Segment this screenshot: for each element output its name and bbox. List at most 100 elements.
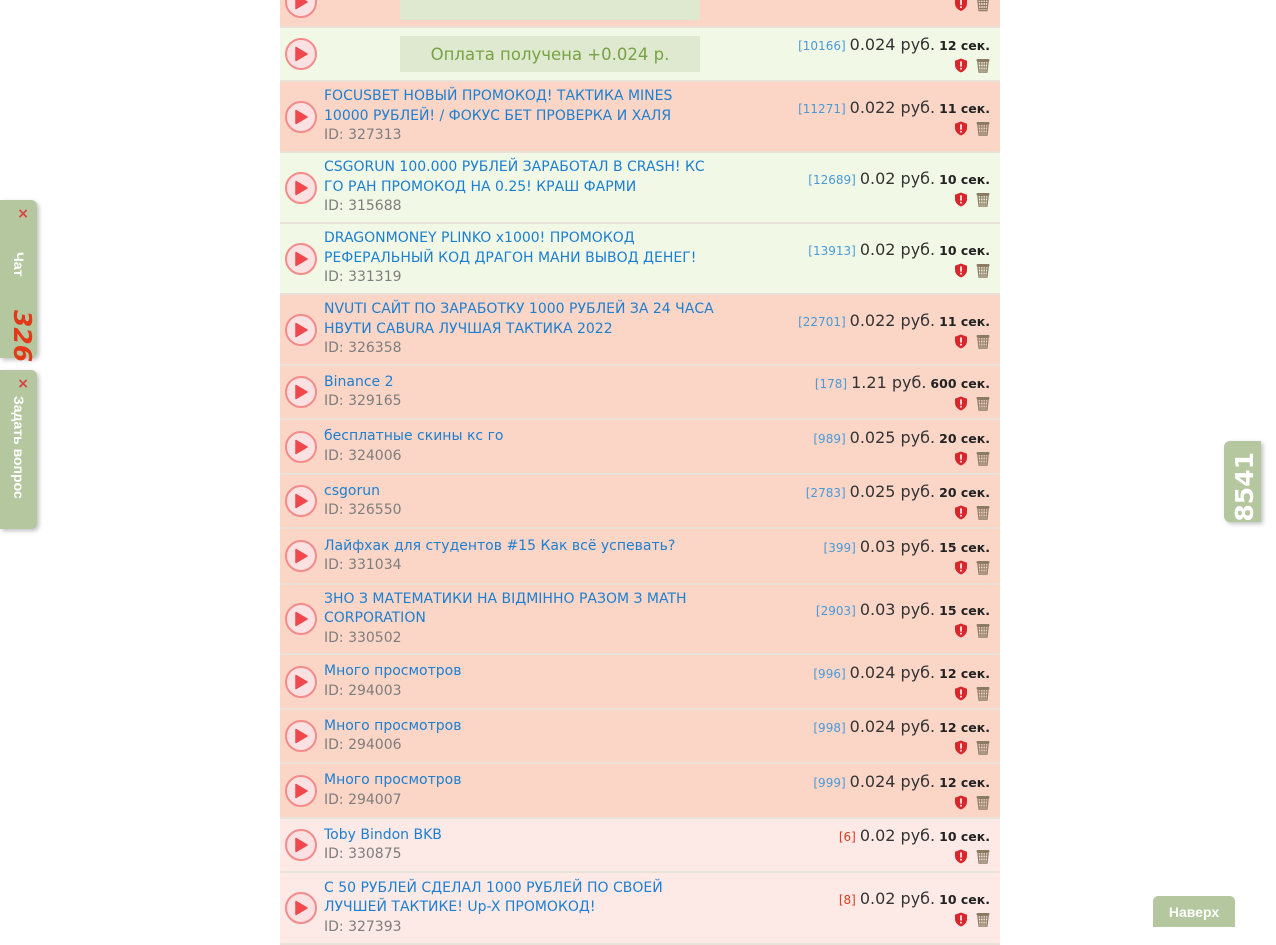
task-row: csgorun ID: 326550 [2783] 0.025 руб. 20 сек.	[280, 475, 1000, 529]
task-info: Много просмотров ID: 294003	[324, 662, 719, 701]
play-icon[interactable]	[285, 313, 317, 346]
play-icon[interactable]	[285, 540, 317, 572]
play-icon[interactable]	[285, 829, 317, 861]
report-shield-icon[interactable]	[954, 912, 968, 927]
play-icon[interactable]	[285, 665, 317, 698]
task-info: Toby Bindon BKB ID: 330875	[324, 826, 719, 865]
report-shield-icon[interactable]	[954, 192, 968, 207]
video-title-link[interactable]: С 50 РУБЛЕЙ СДЕЛАЛ 1000 РУБЛЕЙ ПО СВОЕЙ …	[324, 879, 719, 918]
watch-duration: 20 сек.	[939, 485, 990, 500]
reward-price: 0.02 руб.	[859, 239, 936, 259]
hide-basket-icon[interactable]	[976, 334, 990, 349]
play-icon[interactable]	[285, 38, 317, 70]
watch-duration: 12 сек.	[939, 720, 990, 735]
video-title-link[interactable]: ЗНО З МАТЕМАТИКИ НА ВІДМІННО РАЗОМ З MAT…	[324, 590, 719, 629]
hide-basket-icon[interactable]	[976, 0, 990, 12]
hide-basket-icon[interactable]	[976, 623, 990, 638]
report-shield-icon[interactable]	[954, 795, 968, 810]
report-shield-icon[interactable]	[954, 686, 968, 701]
hide-basket-icon[interactable]	[976, 451, 990, 466]
play-icon[interactable]	[285, 0, 317, 18]
scroll-top-button[interactable]: Наверх	[1153, 896, 1235, 927]
payment-received-notice: Оплата получена +0.024 р.	[400, 36, 700, 72]
video-id: ID: 331319	[324, 269, 402, 286]
reward-price: 0.024 руб.	[849, 717, 936, 736]
play-icon[interactable]	[285, 774, 317, 807]
task-meta: [178] 1.21 руб. 600 сек.	[815, 373, 990, 411]
video-title-link[interactable]: Много просмотров	[324, 771, 719, 791]
task-row: ЗНО З МАТЕМАТИКИ НА ВІДМІННО РАЗОМ З MAT…	[280, 585, 1000, 655]
video-title-link[interactable]: DRAGONMONEY PLINKO x1000! ПРОМОКОД РЕФЕР…	[324, 229, 719, 268]
hide-basket-icon[interactable]	[976, 560, 990, 575]
report-shield-icon[interactable]	[954, 0, 968, 12]
task-info: csgorun ID: 326550	[324, 482, 719, 521]
video-title-link[interactable]: Лайфхак для студентов #15 Как всё успева…	[324, 537, 719, 557]
hide-basket-icon[interactable]	[976, 396, 990, 411]
hide-basket-icon[interactable]	[976, 849, 990, 864]
play-icon[interactable]	[285, 242, 317, 275]
watch-duration: 12 сек.	[939, 38, 990, 53]
task-meta: [399] 0.03 руб. 15 сек.	[824, 537, 990, 575]
task-row	[280, 0, 1000, 28]
view-count: [998]	[813, 721, 846, 735]
hide-basket-icon[interactable]	[976, 505, 990, 520]
play-icon[interactable]	[285, 720, 317, 752]
chat-widget[interactable]: × Чат 326	[0, 200, 37, 362]
report-shield-icon[interactable]	[954, 451, 968, 466]
hide-basket-icon[interactable]	[976, 263, 990, 278]
play-icon[interactable]	[285, 892, 317, 924]
task-info: Лайфхак для студентов #15 Как всё успева…	[324, 537, 719, 576]
view-count: [8]	[838, 893, 856, 907]
online-counter: 8541	[1230, 452, 1259, 522]
report-shield-icon[interactable]	[954, 740, 968, 755]
video-id: ID: 324006	[324, 447, 402, 464]
play-icon[interactable]	[285, 171, 317, 204]
video-title-link[interactable]: Binance 2	[324, 373, 719, 393]
report-shield-icon[interactable]	[954, 58, 968, 73]
task-meta: [11271] 0.022 руб. 11 сек.	[798, 98, 990, 136]
online-counter-tab[interactable]: 8541	[1224, 441, 1261, 522]
task-info: бесплатные скины кс го ID: 324006	[324, 427, 719, 466]
video-title-link[interactable]: FOCUSBET НОВЫЙ ПРОМОКОД! ТАКТИКА MINES 1…	[324, 87, 719, 126]
ask-question-label[interactable]: Задать вопрос	[11, 396, 27, 499]
play-icon[interactable]	[285, 430, 317, 463]
report-shield-icon[interactable]	[954, 396, 968, 411]
video-title-link[interactable]: CSGORUN 100.000 РУБЛЕЙ ЗАРАБОТАЛ В CRASH…	[324, 158, 719, 197]
report-shield-icon[interactable]	[954, 849, 968, 864]
report-shield-icon[interactable]	[954, 560, 968, 575]
video-title-link[interactable]: csgorun	[324, 482, 719, 502]
play-icon[interactable]	[285, 376, 317, 408]
hide-basket-icon[interactable]	[976, 795, 990, 810]
view-count: [6]	[838, 830, 856, 844]
report-shield-icon[interactable]	[954, 623, 968, 638]
chat-close-button[interactable]: ×	[17, 206, 29, 222]
video-title-link[interactable]: Много просмотров	[324, 717, 719, 737]
hide-basket-icon[interactable]	[976, 912, 990, 927]
report-shield-icon[interactable]	[954, 121, 968, 136]
video-title-link[interactable]: Toby Bindon BKB	[324, 826, 719, 846]
hide-basket-icon[interactable]	[976, 740, 990, 755]
hide-basket-icon[interactable]	[976, 121, 990, 136]
play-icon[interactable]	[285, 485, 317, 517]
task-row: DRAGONMONEY PLINKO x1000! ПРОМОКОД РЕФЕР…	[280, 224, 1000, 295]
play-icon[interactable]	[285, 100, 317, 133]
reward-price: 0.02 руб.	[859, 826, 936, 845]
ask-close-button[interactable]: ×	[17, 376, 29, 392]
report-shield-icon[interactable]	[954, 505, 968, 520]
video-title-link[interactable]: бесплатные скины кс го	[324, 427, 719, 447]
reward-price: 0.025 руб.	[849, 482, 936, 501]
hide-basket-icon[interactable]	[976, 58, 990, 73]
video-title-link[interactable]: NVUTI САЙТ ПО ЗАРАБОТКУ 1000 РУБЛЕЙ ЗА 2…	[324, 300, 719, 339]
video-title-link[interactable]: Много просмотров	[324, 662, 719, 682]
ask-question-widget[interactable]: × Задать вопрос	[0, 370, 37, 529]
task-info: NVUTI САЙТ ПО ЗАРАБОТКУ 1000 РУБЛЕЙ ЗА 2…	[324, 300, 719, 359]
video-id: ID: 331034	[324, 557, 402, 573]
report-shield-icon[interactable]	[954, 263, 968, 278]
report-shield-icon[interactable]	[954, 334, 968, 349]
play-icon[interactable]	[285, 603, 317, 635]
chat-label[interactable]: Чат	[11, 252, 27, 276]
hide-basket-icon[interactable]	[976, 192, 990, 207]
reward-price: 0.024 руб.	[849, 35, 936, 54]
hide-basket-icon[interactable]	[976, 686, 990, 701]
task-row: FOCUSBET НОВЫЙ ПРОМОКОД! ТАКТИКА MINES 1…	[280, 82, 1000, 153]
